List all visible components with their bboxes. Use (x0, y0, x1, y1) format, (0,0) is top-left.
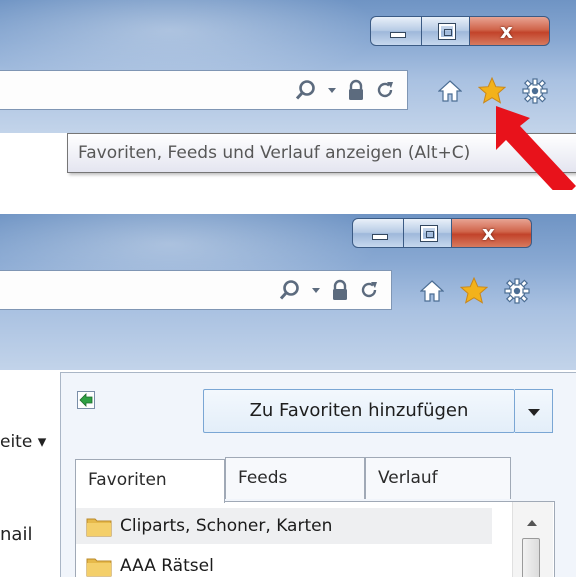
window-controls-bottom: x (352, 218, 532, 248)
maximize-button[interactable] (404, 218, 452, 248)
address-bar-icons (295, 79, 395, 101)
home-icon[interactable] (438, 79, 462, 103)
list-item[interactable]: AAA Rätsel (76, 548, 492, 577)
browser-toolbar-bottom (420, 277, 530, 305)
maximize-button[interactable] (422, 16, 470, 46)
list-item[interactable]: Cliparts, Schoner, Karten (76, 508, 492, 544)
lock-icon[interactable] (331, 279, 349, 301)
close-icon: x (482, 221, 495, 245)
address-bar-icons (279, 279, 379, 301)
gear-icon[interactable] (504, 278, 530, 304)
star-icon[interactable] (460, 277, 488, 305)
window-controls-top: x (370, 16, 550, 46)
list-item-label: Cliparts, Schoner, Karten (120, 516, 333, 536)
tab-feeds[interactable]: Feeds (225, 457, 365, 499)
screenshot-gap (0, 190, 576, 214)
minimize-icon (372, 234, 388, 240)
maximize-icon (420, 225, 438, 242)
dropdown-arrow-icon[interactable] (311, 285, 321, 295)
tab-favorites[interactable]: Favoriten (75, 459, 225, 503)
add-to-favorites-button[interactable]: Zu Favoriten hinzufügen (203, 389, 515, 433)
close-icon: x (500, 19, 513, 43)
search-icon[interactable] (279, 279, 301, 301)
close-button[interactable]: x (452, 218, 532, 248)
pin-panel-button[interactable] (77, 391, 95, 409)
dropdown-arrow-icon[interactable] (327, 85, 337, 95)
close-button[interactable]: x (470, 16, 550, 46)
scroll-thumb[interactable] (522, 538, 540, 577)
favorites-list: Cliparts, Schoner, Karten AAA Rätsel (75, 501, 555, 577)
search-icon[interactable] (295, 79, 317, 101)
home-icon[interactable] (420, 279, 444, 303)
folder-icon (86, 558, 112, 577)
tab-history[interactable]: Verlauf (365, 457, 511, 499)
minimize-icon (390, 32, 406, 38)
refresh-icon[interactable] (359, 280, 379, 300)
pin-arrow-icon (79, 393, 93, 407)
refresh-icon[interactable] (375, 80, 395, 100)
lock-icon[interactable] (347, 79, 365, 101)
address-bar[interactable] (0, 270, 392, 310)
minimize-button[interactable] (352, 218, 404, 248)
page-menu-fragment[interactable]: eite ▾ (0, 432, 46, 452)
address-bar[interactable] (0, 70, 408, 110)
page-text-fragment: nail (0, 524, 33, 545)
add-to-favorites-dropdown[interactable] (515, 389, 553, 433)
scroll-up-icon[interactable] (527, 520, 537, 526)
scrollbar[interactable] (512, 502, 553, 577)
minimize-button[interactable] (370, 16, 422, 46)
screenshot-stage: x Favoriten, Feeds und Verlauf anzeigen … (0, 0, 576, 577)
folder-icon (86, 518, 112, 537)
maximize-icon (438, 23, 456, 40)
favorites-panel: Zu Favoriten hinzufügen Favoriten Feeds … (60, 372, 576, 577)
list-item-label: AAA Rätsel (120, 556, 214, 576)
browser-frame-bottom: x (0, 214, 576, 372)
